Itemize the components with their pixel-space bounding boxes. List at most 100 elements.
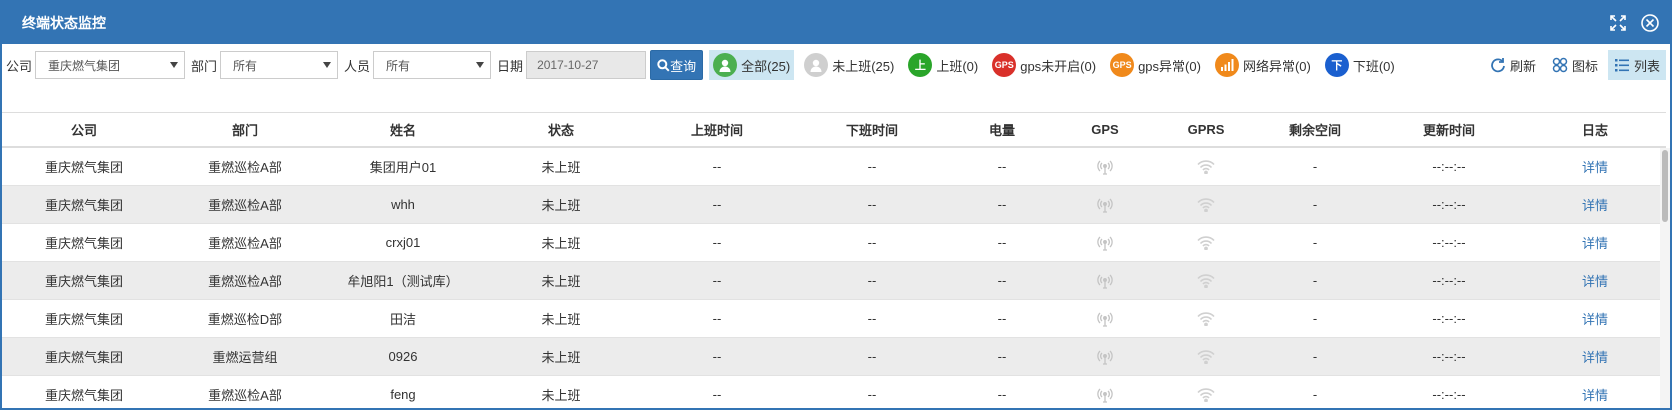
cell-start-time: --	[712, 235, 722, 250]
person-select[interactable]: 所有	[373, 51, 492, 79]
table-body: 重庆燃气集团 重燃巡检A部 集团用户01 未上班 -- -- -- - --:--:-- 详情 重庆…	[2, 148, 1666, 408]
chip-off-work[interactable]: 下 下班(0)	[1321, 50, 1399, 80]
cell-update-time: --:--:--	[1432, 197, 1466, 212]
date-label: 日期	[497, 58, 524, 74]
wifi-icon	[1156, 338, 1256, 375]
chip-all[interactable]: 全部(25)	[709, 50, 795, 80]
cell-name: crxj01	[385, 235, 421, 250]
header-name: 姓名	[389, 123, 416, 138]
cell-battery: --	[997, 197, 1007, 212]
header-start-time: 上班时间	[690, 123, 743, 138]
table-row: 重庆燃气集团 重燃巡检A部 crxj01 未上班 -- -- -- - --:--:-- 详情	[2, 224, 1666, 262]
table-row: 重庆燃气集团 重燃运营组 0926 未上班 -- -- -- - --:--:-- 详情	[2, 338, 1666, 376]
dept-label: 部门	[191, 58, 218, 74]
chevron-down-icon	[170, 62, 179, 68]
person-select-value: 所有	[386, 58, 411, 73]
chip-on-duty[interactable]: 上 上班(0)	[904, 50, 982, 80]
header-gprs: GPRS	[1187, 122, 1225, 137]
chip-network-error-label: 网络异常(0)	[1242, 58, 1311, 74]
cell-dept: 重燃运营组	[212, 350, 278, 365]
cell-end-time: --	[867, 387, 877, 402]
list-view-button[interactable]: 列表	[1607, 50, 1666, 80]
cell-dept: 重燃巡检A部	[208, 236, 282, 251]
header-dept: 部门	[231, 123, 258, 138]
fullscreen-icon[interactable]	[1608, 13, 1628, 33]
cell-company: 重庆燃气集团	[44, 160, 123, 175]
chip-gps-error[interactable]: GPS gps异常(0)	[1106, 50, 1205, 80]
title-bar: 终端状态监控	[2, 2, 1670, 44]
cell-status: 未上班	[541, 236, 581, 251]
cell-status: 未上班	[541, 312, 581, 327]
query-button[interactable]: 查询	[650, 50, 704, 80]
refresh-icon	[1491, 58, 1505, 73]
chip-all-label: 全部(25)	[741, 58, 791, 74]
off-work-icon: 下	[1324, 53, 1349, 77]
cell-battery: --	[997, 349, 1007, 364]
refresh-label: 刷新	[1509, 58, 1536, 74]
cell-company: 重庆燃气集团	[44, 388, 123, 403]
detail-link[interactable]: 详情	[1524, 262, 1666, 299]
on-duty-icon: 上	[908, 53, 933, 77]
wifi-icon	[1156, 224, 1256, 261]
chevron-down-icon	[476, 62, 485, 68]
cell-company: 重庆燃气集团	[44, 236, 123, 251]
company-select[interactable]: 重庆燃气集团	[35, 51, 186, 79]
table-header: 公司 部门 姓名 状态 上班时间 下班时间 电量 GPS GPRS 剩余空间 更…	[2, 112, 1666, 148]
cell-name: 0926	[388, 349, 418, 364]
header-battery: 电量	[988, 123, 1015, 138]
chip-gps-off-label: gps未开启(0)	[1020, 58, 1097, 74]
chip-off-duty-label: 未上班(25)	[832, 58, 895, 74]
cell-update-time: --:--:--	[1432, 235, 1466, 250]
gps-signal-icon	[1054, 300, 1156, 337]
detail-link[interactable]: 详情	[1524, 224, 1666, 261]
cell-free-space: -	[1312, 311, 1318, 326]
cell-update-time: --:--:--	[1432, 311, 1466, 326]
cell-status: 未上班	[541, 350, 581, 365]
chip-gps-off[interactable]: GPS gps未开启(0)	[988, 50, 1100, 80]
gps-signal-icon	[1054, 262, 1156, 299]
refresh-button[interactable]: 刷新	[1484, 50, 1542, 80]
gps-signal-icon	[1054, 338, 1156, 375]
gps-off-icon: GPS	[992, 53, 1017, 77]
cell-start-time: --	[712, 197, 722, 212]
company-label: 公司	[6, 58, 33, 74]
cell-free-space: -	[1312, 235, 1318, 250]
wifi-icon	[1156, 148, 1256, 185]
wifi-icon	[1156, 376, 1256, 408]
cell-status: 未上班	[541, 198, 581, 213]
cell-end-time: --	[867, 235, 877, 250]
date-input[interactable]: 2017-10-27	[526, 51, 647, 79]
dept-select[interactable]: 所有	[220, 51, 339, 79]
cell-status: 未上班	[541, 160, 581, 175]
header-free-space: 剩余空间	[1288, 123, 1341, 138]
header-status: 状态	[547, 123, 574, 138]
detail-link[interactable]: 详情	[1524, 376, 1666, 408]
table-row: 重庆燃气集团 重燃巡检A部 feng 未上班 -- -- -- - --:--:-- 详情	[2, 376, 1666, 408]
detail-link[interactable]: 详情	[1524, 338, 1666, 375]
chip-off-duty[interactable]: 未上班(25)	[800, 50, 898, 80]
cell-end-time: --	[867, 197, 877, 212]
wifi-icon	[1156, 262, 1256, 299]
cell-name: whh	[391, 197, 415, 212]
detail-link[interactable]: 详情	[1524, 300, 1666, 337]
chart-view-button[interactable]: 图标	[1546, 50, 1604, 80]
cell-end-time: --	[867, 159, 877, 174]
gps-signal-icon	[1054, 186, 1156, 223]
cell-company: 重庆燃气集团	[44, 312, 123, 327]
query-label: 查询	[670, 58, 697, 74]
scrollbar-thumb[interactable]	[1662, 150, 1668, 222]
filter-toolbar: 公司 重庆燃气集团 部门 所有 人员 所有 日期 2017-10-27 查询 全…	[2, 44, 1670, 112]
cell-free-space: -	[1312, 349, 1318, 364]
cell-status: 未上班	[541, 388, 581, 403]
dept-select-value: 所有	[233, 58, 258, 73]
close-icon[interactable]	[1640, 13, 1660, 33]
chip-network-error[interactable]: 网络异常(0)	[1211, 50, 1315, 80]
cell-battery: --	[997, 387, 1007, 402]
cell-dept: 重燃巡检A部	[208, 274, 282, 289]
list-view-label: 列表	[1633, 58, 1660, 74]
cell-dept: 重燃巡检A部	[208, 388, 282, 403]
cell-name: 田洁	[389, 312, 416, 327]
detail-link[interactable]: 详情	[1524, 148, 1666, 185]
cell-company: 重庆燃气集团	[44, 198, 123, 213]
detail-link[interactable]: 详情	[1524, 186, 1666, 223]
